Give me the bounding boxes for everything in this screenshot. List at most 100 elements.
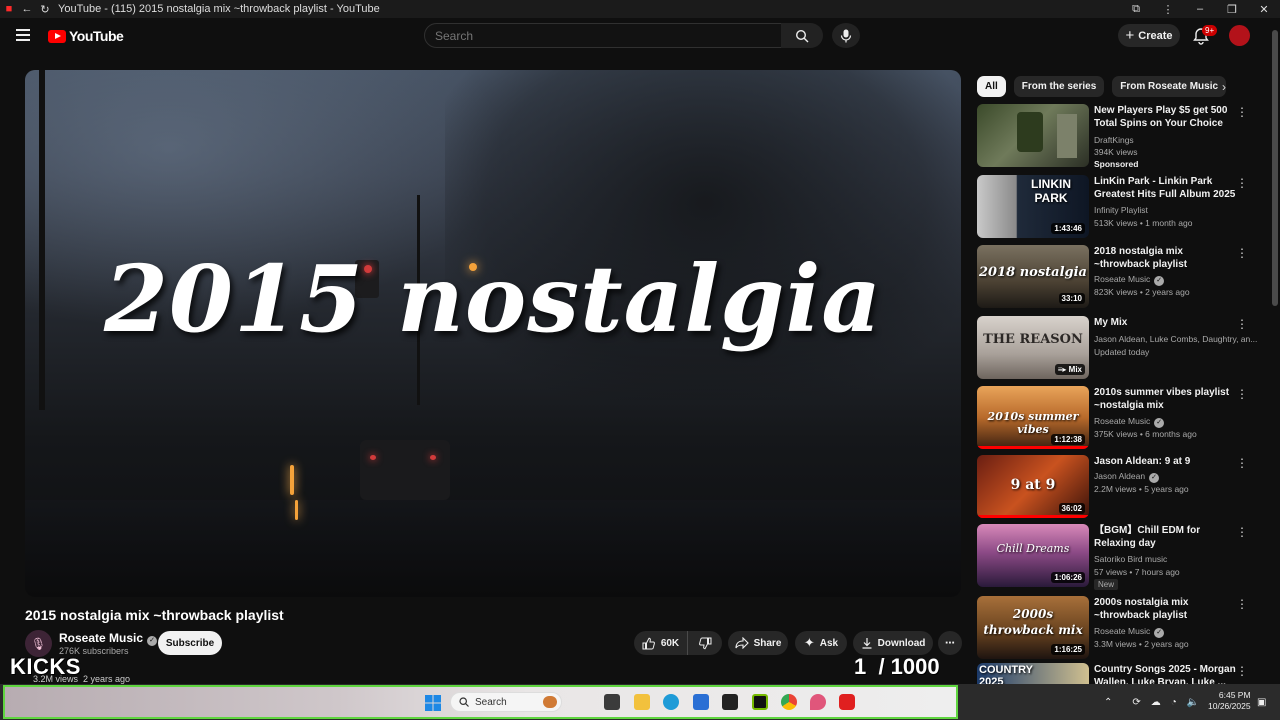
more-vert-icon[interactable]: ⋮ <box>1236 106 1248 118</box>
chevron-up-icon[interactable]: ⌃ <box>1104 697 1112 708</box>
more-actions-button[interactable]: ⋯ <box>938 631 962 655</box>
sync-icon[interactable]: ⟳ <box>1132 697 1140 708</box>
rec-channel: Roseate Music ✓ <box>1094 416 1165 428</box>
scroll-thumb[interactable] <box>1272 30 1278 306</box>
voice-search-button[interactable] <box>832 23 860 48</box>
account-avatar[interactable] <box>1229 25 1250 46</box>
more-vert-icon[interactable]: ⋮ <box>1236 318 1248 330</box>
rec-title[interactable]: LinKin Park - Linkin Park Greatest Hits … <box>1094 175 1236 201</box>
rec-title[interactable]: Jason Aldean: 9 at 9 <box>1094 455 1236 468</box>
chip-from-the-series[interactable]: From the series <box>1013 76 1105 97</box>
more-vert-icon[interactable]: ⋮ <box>1236 177 1248 189</box>
list-item[interactable]: LINKIN PARK 1:43:46 LinKin Park - Linkin… <box>977 175 1249 239</box>
video-road <box>25 500 961 597</box>
share-button[interactable]: Share <box>728 631 788 655</box>
list-item[interactable]: 2000s throwback mix 1:16:25 2000s nostal… <box>977 596 1249 660</box>
taskbar-clock[interactable]: 6:45 PM 10/26/2025 <box>1208 690 1251 712</box>
more-vert-icon[interactable]: ⋮ <box>1236 665 1248 677</box>
wifi-icon[interactable]: ◔ <box>1171 697 1177 708</box>
list-item[interactable]: 2018 nostalgia 33:10 2018 nostalgia mix … <box>977 245 1249 309</box>
search-button[interactable] <box>781 23 823 48</box>
store-icon[interactable] <box>693 694 709 710</box>
minimize-button[interactable]: – <box>1184 3 1216 15</box>
epic-games-icon[interactable] <box>722 694 738 710</box>
rec-title[interactable]: My Mix <box>1094 316 1236 329</box>
download-button[interactable]: Download <box>853 631 933 655</box>
restore-button[interactable]: ❐ <box>1216 3 1248 16</box>
create-button[interactable]: + Create <box>1118 24 1180 47</box>
microphone-icon: 🎙 <box>30 636 47 651</box>
more-vert-icon[interactable]: ⋮ <box>1236 388 1248 400</box>
more-vert-icon[interactable]: ⋮ <box>1236 526 1248 538</box>
cloud-icon[interactable]: ☁ <box>1151 697 1161 708</box>
more-vert-icon[interactable]: ⋮ <box>1236 457 1248 469</box>
windows-start-icon[interactable] <box>425 695 441 711</box>
list-item[interactable]: Chill Dreams 1:06:26 【BGM】Chill EDM for … <box>977 524 1249 590</box>
youtube-favicon-icon: ■ <box>5 3 13 15</box>
search-input[interactable] <box>425 24 781 47</box>
list-item[interactable]: THE REASON ≡▸ Mix My Mix Jason Aldean, L… <box>977 316 1257 380</box>
stream-overlay-label: KICKS <box>10 654 81 679</box>
list-item[interactable]: 2010s summer vibes 1:12:38 2010s summer … <box>977 386 1249 450</box>
thumb-text: THE REASON <box>983 332 1083 347</box>
file-explorer-icon[interactable] <box>634 694 650 710</box>
rec-title[interactable]: 【BGM】Chill EDM for Relaxing day <box>1094 524 1236 550</box>
more-vert-icon[interactable]: ⋮ <box>1236 598 1248 610</box>
more-vert-icon[interactable]: ⋮ <box>1236 247 1248 259</box>
chrome-icon[interactable] <box>781 694 797 710</box>
rec-meta: 57 views • 7 hours ago <box>1094 567 1180 577</box>
page-scrollbar[interactable] <box>1270 18 1280 684</box>
street-reflection <box>295 500 298 520</box>
maps-pin-icon[interactable] <box>810 694 826 710</box>
hamburger-icon[interactable] <box>16 29 30 41</box>
list-item[interactable]: New Players Play $5 get 500 Total Spins … <box>977 104 1249 169</box>
task-view-icon[interactable] <box>604 694 620 710</box>
youtube-app-icon[interactable] <box>839 694 855 710</box>
list-item[interactable]: COUNTRY 2025 Country Songs 2025 - Morgan… <box>977 663 1249 684</box>
chip-all[interactable]: All <box>977 76 1006 97</box>
like-button[interactable]: 60K <box>634 631 688 655</box>
rec-title[interactable]: New Players Play $5 get 500 Total Spins … <box>1094 104 1236 130</box>
video-thumbnail[interactable]: 2000s throwback mix 1:16:25 <box>977 596 1089 659</box>
nvidia-icon[interactable] <box>752 694 768 710</box>
thumbs-down-icon <box>698 637 711 649</box>
puzzle-icon[interactable]: ⧉ <box>1120 3 1152 16</box>
duration-badge: 1:16:25 <box>1051 644 1085 655</box>
reload-icon[interactable]: ↻ <box>36 0 54 18</box>
channel-avatar[interactable]: 🎙 <box>25 630 52 657</box>
rec-title[interactable]: 2010s summer vibes playlist ~nostalgia m… <box>1094 386 1236 412</box>
rec-title[interactable]: 2018 nostalgia mix ~throwback playlist <box>1094 245 1236 271</box>
chevron-right-icon[interactable]: › <box>1222 80 1226 94</box>
like-count: 60K <box>660 637 680 649</box>
list-item[interactable]: 9 at 9 36:02 Jason Aldean: 9 at 9 Jason … <box>977 455 1249 519</box>
close-button[interactable]: ✕ <box>1248 3 1280 16</box>
video-title: 2015 nostalgia mix ~throwback playlist <box>25 607 284 623</box>
sponsored-label: Sponsored <box>1094 159 1139 169</box>
video-thumbnail[interactable]: 2018 nostalgia 33:10 <box>977 245 1089 308</box>
notification-center-icon[interactable]: ▣ <box>1257 697 1266 708</box>
video-thumbnail[interactable]: THE REASON ≡▸ Mix <box>977 316 1089 379</box>
dislike-button[interactable] <box>688 631 722 655</box>
chip-from-roseate-music[interactable]: From Roseate Music <box>1112 76 1227 97</box>
rec-title[interactable]: 2000s nostalgia mix ~throwback playlist <box>1094 596 1236 622</box>
rec-title[interactable]: Country Songs 2025 - Morgan Wallen, Luke… <box>1094 663 1236 684</box>
channel-name[interactable]: Roseate Music ✓ <box>59 631 158 646</box>
video-player[interactable]: 2015 nostalgia <box>25 70 961 597</box>
video-thumbnail[interactable]: 9 at 9 36:02 <box>977 455 1089 518</box>
speaker-icon[interactable]: 🔈 <box>1187 697 1199 708</box>
thumbs-up-icon <box>642 637 655 649</box>
arrow-left-icon[interactable]: ← <box>18 0 36 18</box>
video-thumbnail[interactable]: COUNTRY 2025 <box>977 663 1089 684</box>
more-horiz-icon: ⋯ <box>945 637 955 649</box>
taskbar-search[interactable]: Search <box>450 692 562 712</box>
edge-icon[interactable] <box>663 694 679 710</box>
watch-progress <box>977 446 1089 449</box>
youtube-logo[interactable]: YouTube <box>48 28 124 44</box>
more-vert-icon[interactable]: ⋮ <box>1152 3 1184 16</box>
video-thumbnail[interactable]: 2010s summer vibes 1:12:38 <box>977 386 1089 449</box>
video-thumbnail[interactable]: LINKIN PARK 1:43:46 <box>977 175 1089 238</box>
subscribe-button[interactable]: Subscribe <box>158 631 222 655</box>
video-thumbnail[interactable] <box>977 104 1089 167</box>
ask-button[interactable]: ✦ Ask <box>795 631 847 655</box>
video-thumbnail[interactable]: Chill Dreams 1:06:26 <box>977 524 1089 587</box>
